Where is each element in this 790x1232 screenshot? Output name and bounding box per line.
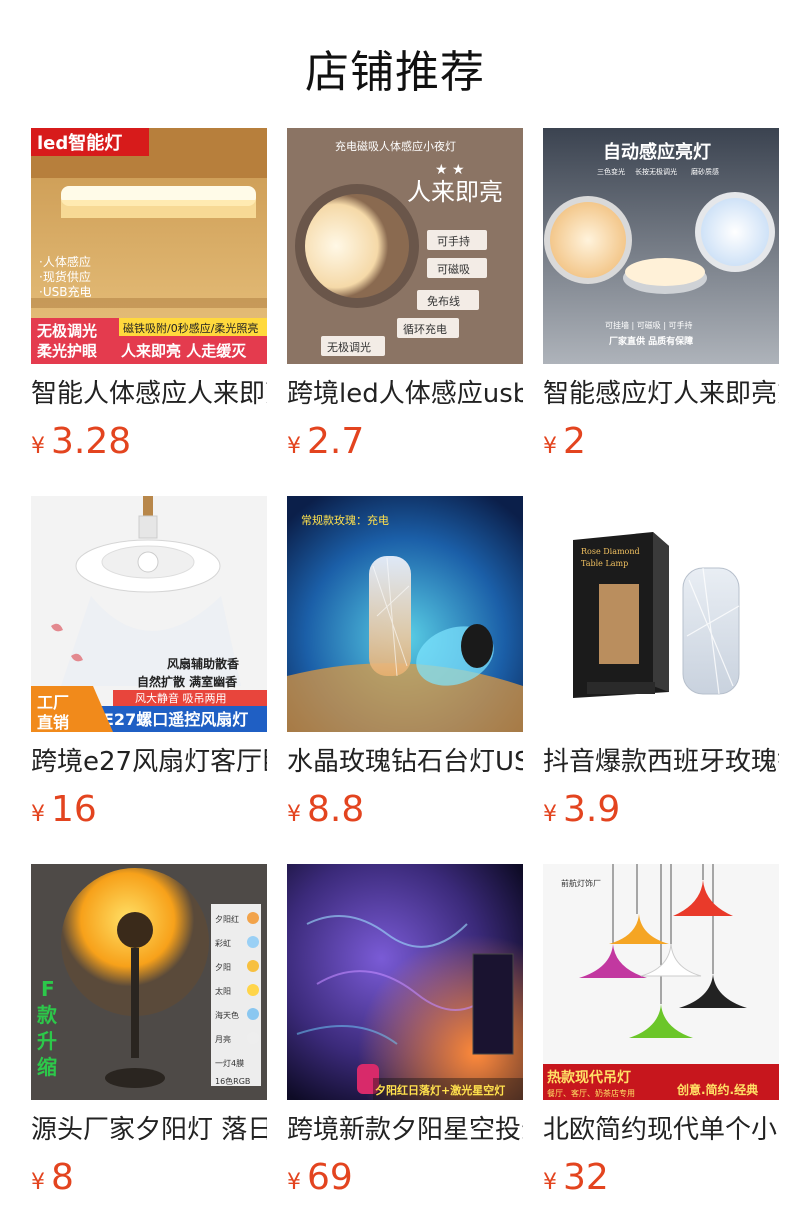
svg-text:Table Lamp: Table Lamp [581,559,628,568]
svg-text:热款现代吊灯: 热款现代吊灯 [547,1069,631,1086]
product-image[interactable]: 充电磁吸人体感应小夜灯 人来即亮 ★ ★ 可手持 可磁吸 免布线 循环充电 无极… [287,128,523,364]
svg-text:常规款玫瑰：充电: 常规款玫瑰：充电 [301,513,389,527]
svg-text:风大静音 吸吊两用: 风大静音 吸吊两用 [135,691,227,705]
svg-text:一灯4膜: 一灯4膜 [215,1058,244,1068]
product-name[interactable]: 跨境新款夕阳星空投影灯 [287,1114,523,1146]
product-image[interactable]: 夕阳红 彩虹 夕阳 太阳 海天色 月亮 一灯4膜 16色RGB F 款 升 缩 [31,864,267,1100]
product-card[interactable]: 前航灯饰厂 热款现代吊灯 创意.简约.经典 餐厅、客厅、奶茶店专用 北欧简约现代… [543,864,779,1204]
svg-text:磁铁吸附/0秒感应/柔光照亮: 磁铁吸附/0秒感应/柔光照亮 [123,321,258,335]
svg-text:无极调光: 无极调光 [327,340,371,354]
svg-text:·现货供应: ·现货供应 [39,269,91,284]
svg-text:·人体感应: ·人体感应 [39,254,91,269]
product-name[interactable]: 跨境led人体感应usb充电小夜灯 [287,378,523,410]
svg-text:E27螺口遥控风扇灯: E27螺口遥控风扇灯 [103,710,248,729]
product-card[interactable]: Rose Diamond Table Lamp 抖音爆款西班牙玫瑰钻石台灯 ¥3… [543,496,779,836]
svg-text:夕阳红: 夕阳红 [215,914,239,924]
svg-text:可挂墙 | 可磁吸 | 可手持: 可挂墙 | 可磁吸 | 可手持 [605,320,693,330]
product-image[interactable]: 常规款玫瑰：充电 [287,496,523,732]
svg-text:自然扩散 满室幽香: 自然扩散 满室幽香 [137,674,237,689]
svg-text:工厂: 工厂 [37,693,69,712]
product-image[interactable]: Rose Diamond Table Lamp [543,496,779,732]
product-name[interactable]: 源头厂家夕阳灯 落日投影灯 [31,1114,267,1146]
svg-text:可手持: 可手持 [437,234,470,248]
svg-text:直销: 直销 [37,713,69,732]
product-price: ¥69 [287,1157,353,1198]
svg-text:16色RGB: 16色RGB [215,1076,250,1086]
product-price: ¥2 [543,421,586,462]
product-price: ¥2.7 [287,421,365,462]
product-image[interactable]: 风扇辅助散香 自然扩散 满室幽香 风大静音 吸吊两用 E27螺口遥控风扇灯 工厂… [31,496,267,732]
product-price: ¥8 [31,1157,74,1198]
product-card[interactable]: 常规款玫瑰：充电 水晶玫瑰钻石台灯USB充电 ¥8.8 [287,496,523,836]
svg-text:人来即亮 人走缓灭: 人来即亮 人走缓灭 [121,342,247,360]
product-name[interactable]: 抖音爆款西班牙玫瑰钻石台灯 [543,746,779,778]
svg-text:款: 款 [37,1003,58,1027]
svg-text:无极调光: 无极调光 [36,322,97,340]
svg-text:创意.简约.经典: 创意.简约.经典 [676,1082,758,1097]
svg-text:缩: 缩 [37,1055,57,1079]
svg-text:餐厅、客厅、奶茶店专用: 餐厅、客厅、奶茶店专用 [547,1088,635,1098]
product-card[interactable]: 风扇辅助散香 自然扩散 满室幽香 风大静音 吸吊两用 E27螺口遥控风扇灯 工厂… [31,496,267,836]
svg-text:磨砂质感: 磨砂质感 [691,167,719,176]
svg-text:夕阳: 夕阳 [215,962,231,972]
product-price: ¥3.28 [31,421,132,462]
svg-text:厂家直供 品质有保障: 厂家直供 品质有保障 [609,335,693,347]
product-image[interactable]: 夕阳红日落灯+激光星空灯 [287,864,523,1100]
product-image[interactable]: led智能灯 ·人体感应 ·现货供应 ·USB充电 磁铁吸附/0秒感应/柔光照亮… [31,128,267,364]
svg-text:彩虹: 彩虹 [215,938,231,948]
product-card[interactable]: 夕阳红 彩虹 夕阳 太阳 海天色 月亮 一灯4膜 16色RGB F 款 升 缩 … [31,864,267,1204]
svg-text:免布线: 免布线 [427,294,460,308]
svg-text:三色变光: 三色变光 [597,167,625,176]
svg-text:前航灯饰厂: 前航灯饰厂 [561,878,601,888]
product-price: ¥8.8 [287,789,365,830]
product-price: ¥3.9 [543,789,621,830]
svg-text:柔光护眼: 柔光护眼 [37,342,97,360]
product-card[interactable]: 夕阳红日落灯+激光星空灯 跨境新款夕阳星空投影灯 ¥69 [287,864,523,1204]
svg-text:可磁吸: 可磁吸 [437,263,470,276]
product-price: ¥32 [543,1157,609,1198]
svg-text:升: 升 [37,1029,57,1053]
badge-text: led智能灯 [37,132,122,154]
product-card[interactable]: 自动感应亮灯 三色变光 长按无极调光 磨砂质感 可挂墙 | 可磁吸 | 可手持 … [543,128,779,468]
product-name[interactable]: 水晶玫瑰钻石台灯USB充电 [287,746,523,778]
svg-text:Rose Diamond: Rose Diamond [581,547,640,556]
svg-text:风扇辅助散香: 风扇辅助散香 [167,656,239,671]
svg-text:夕阳红日落灯+激光星空灯: 夕阳红日落灯+激光星空灯 [375,1083,505,1097]
svg-text:人来即亮: 人来即亮 [407,178,503,206]
svg-text:月亮: 月亮 [215,1034,231,1044]
svg-text:太阳: 太阳 [215,986,231,996]
svg-text:·USB充电: ·USB充电 [39,284,91,299]
page-title: 店铺推荐 [305,47,485,98]
svg-text:自动感应亮灯: 自动感应亮灯 [603,141,711,163]
svg-text:★ ★: ★ ★ [435,162,465,178]
product-image[interactable]: 自动感应亮灯 三色变光 长按无极调光 磨砂质感 可挂墙 | 可磁吸 | 可手持 … [543,128,779,364]
svg-text:海天色: 海天色 [215,1010,239,1020]
svg-text:F: F [41,977,55,1001]
svg-text:循环充电: 循环充电 [403,322,447,336]
product-name[interactable]: 跨境e27风扇灯客厅卧室 [31,746,267,778]
product-card[interactable]: 充电磁吸人体感应小夜灯 人来即亮 ★ ★ 可手持 可磁吸 免布线 循环充电 无极… [287,128,523,468]
svg-text:长按无极调光: 长按无极调光 [635,167,677,176]
product-name[interactable]: 智能人体感应人来即亮led灯 [31,378,267,410]
product-name[interactable]: 智能感应灯人来即亮充电 [543,378,779,410]
svg-text:充电磁吸人体感应小夜灯: 充电磁吸人体感应小夜灯 [335,139,456,153]
product-name[interactable]: 北欧简约现代单个小吊灯 [543,1114,779,1146]
product-card[interactable]: led智能灯 ·人体感应 ·现货供应 ·USB充电 磁铁吸附/0秒感应/柔光照亮… [31,128,267,468]
product-image[interactable]: 前航灯饰厂 热款现代吊灯 创意.简约.经典 餐厅、客厅、奶茶店专用 [543,864,779,1100]
product-price: ¥16 [31,789,97,830]
